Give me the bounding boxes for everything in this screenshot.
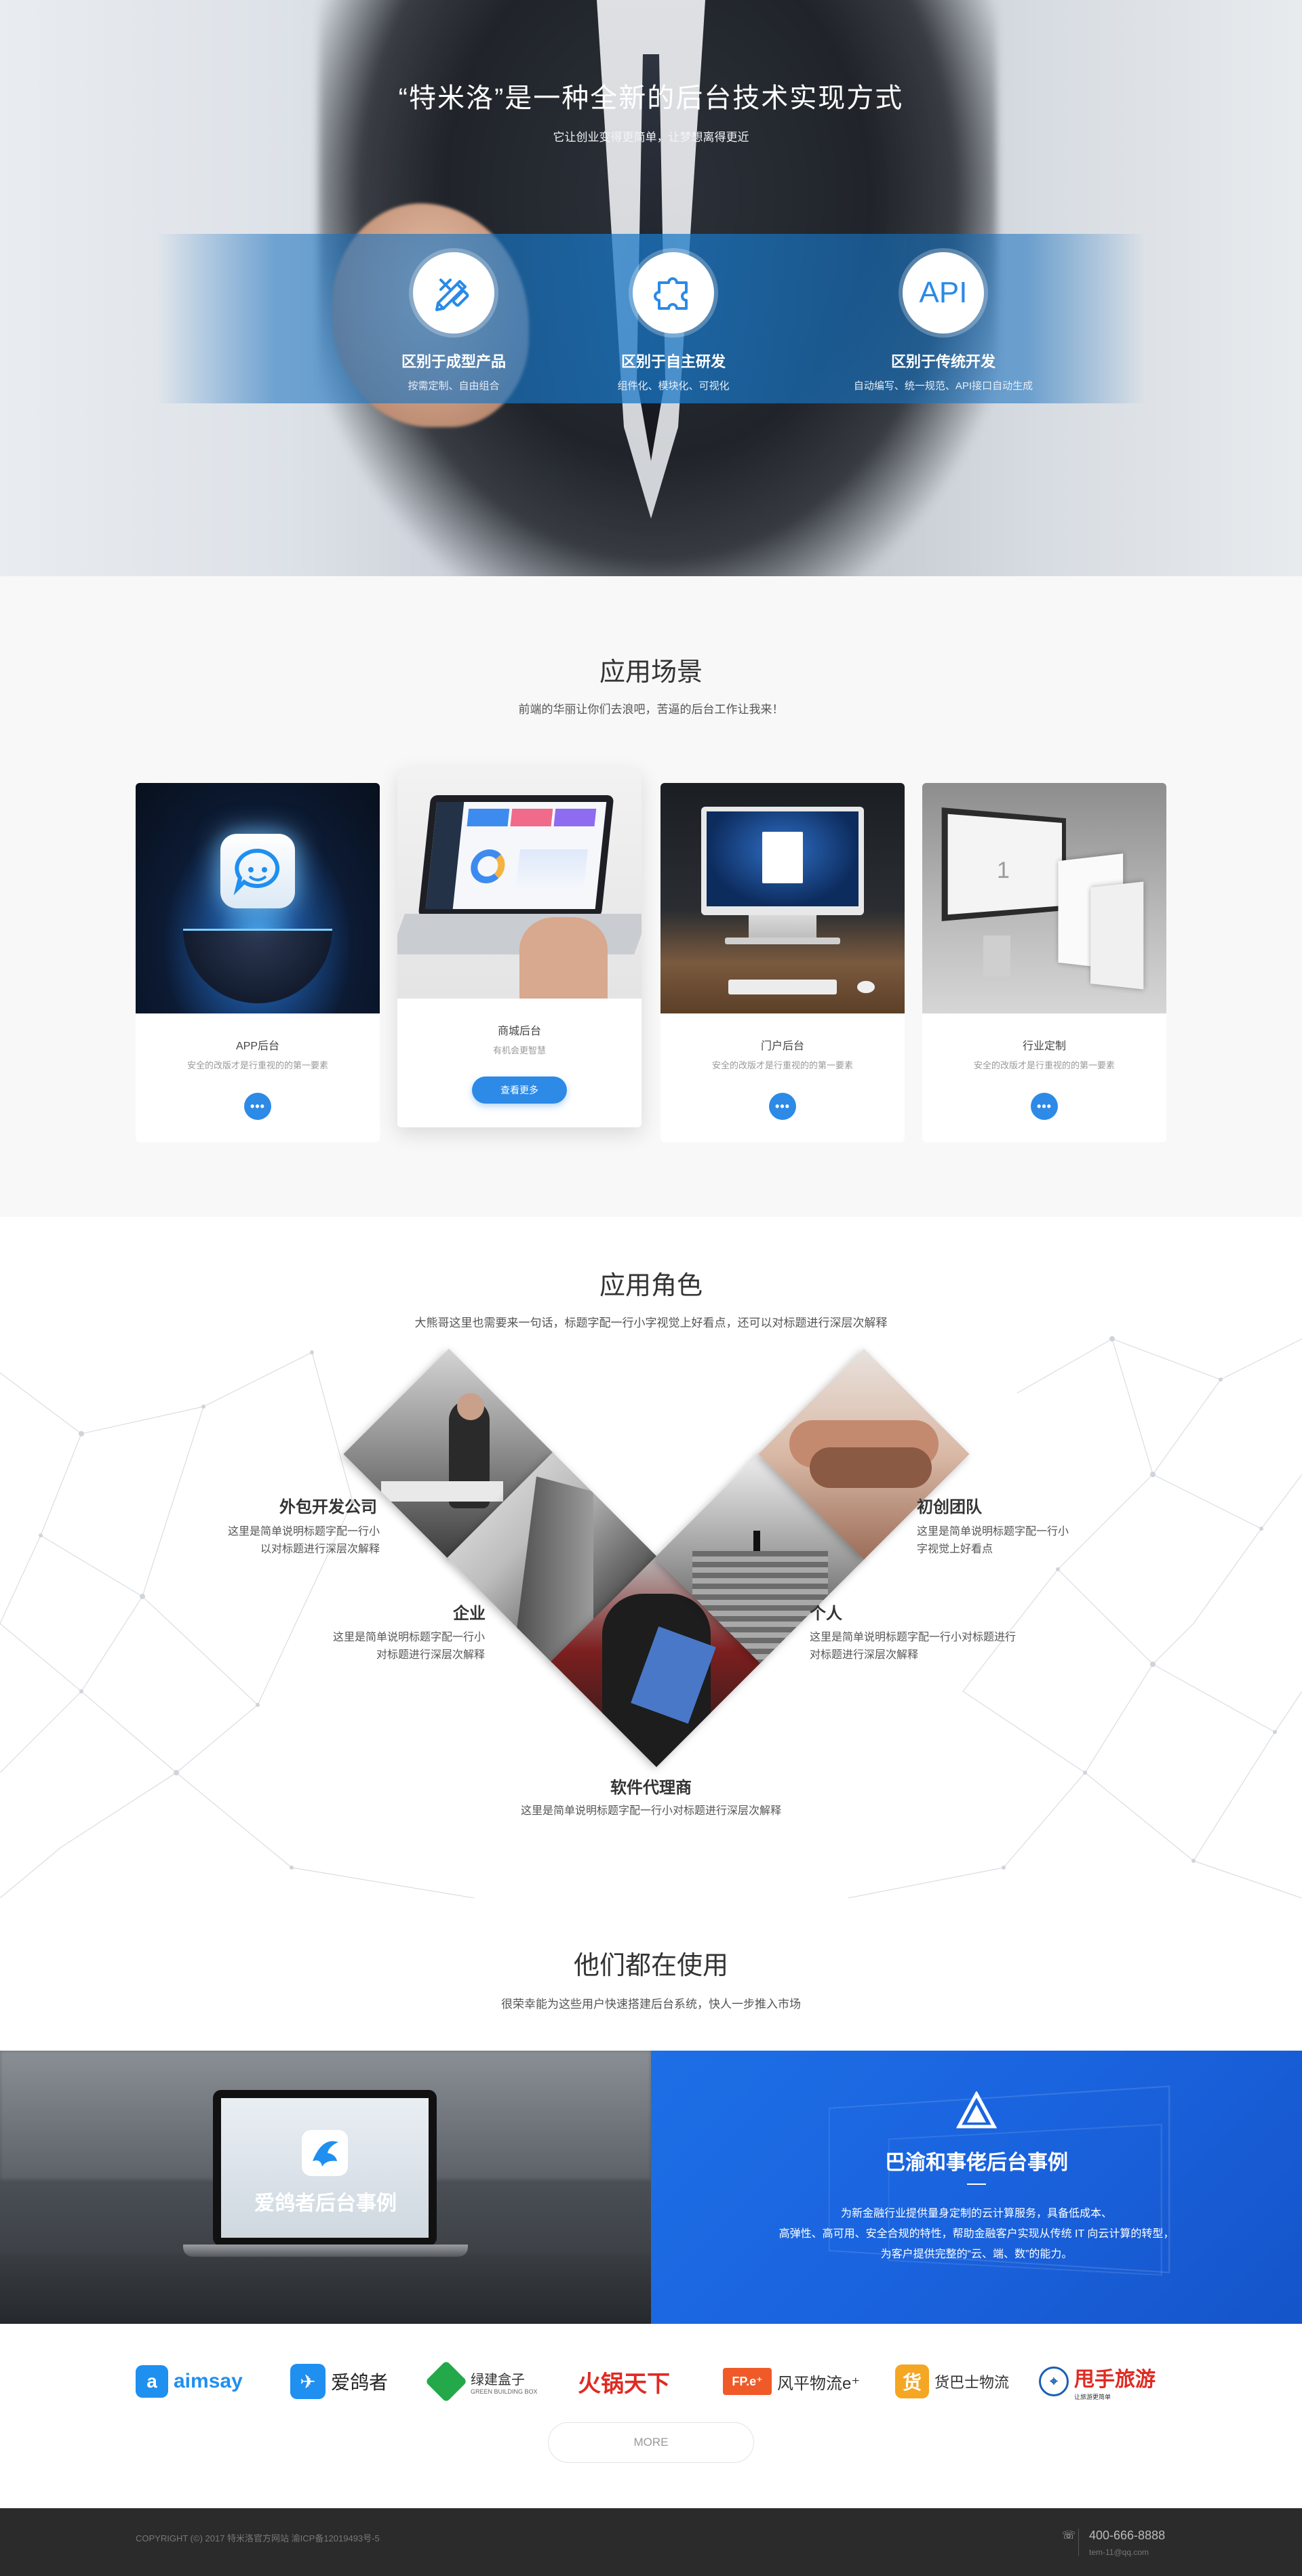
logo-shuaishou[interactable]: ⌖ 甩手旅游 让旅游更简单 <box>1039 2361 1156 2402</box>
role-desc: 这里是简单说明标题字配一行小对标题进行 对标题进行深层次解释 <box>810 1632 1017 1661</box>
hero-banner: “特米洛”是一种全新的后台技术实现方式 它让创业变得更简单，让梦想离得更近 区别… <box>0 0 1302 576</box>
role-title: 企业 <box>453 1605 486 1623</box>
scene-card-portal[interactable]: 门户后台 安全的改版才是行重视的的第一要素 ••• <box>660 783 905 1142</box>
mall-backend-image <box>397 768 642 999</box>
feature-desc: 按需定制、自由组合 <box>408 380 500 392</box>
chat-bubble-icon <box>233 848 280 895</box>
card-title: 商城后台 <box>497 1026 541 1037</box>
more-options-button[interactable]: ••• <box>769 1093 796 1120</box>
app-backend-image <box>136 783 380 1013</box>
phone-icon: ☏ <box>1062 2530 1076 2541</box>
case-desc: 为新金融行业提供量身定制的云计算服务，具备低成本、 高弹性、高可用、安全合规的特… <box>778 2208 1175 2260</box>
scene-card-app[interactable]: APP后台 安全的改版才是行重视的的第一要素 ••• <box>136 783 380 1142</box>
logo-green-building-box[interactable]: 绿建盒子 GREEN BUILDING BOX <box>425 2360 538 2403</box>
section-subtitle: 大熊哥这里也需要来一句话，标题字配一行小字视觉上好看点，还可以对标题进行深层次解… <box>414 1316 888 1329</box>
case-title: 巴渝和事佬后台事例 <box>885 2152 1068 2174</box>
section-subtitle: 前端的华丽让你们去浪吧，苦逼的后台工作让我来！ <box>518 703 784 716</box>
scene-card-mall[interactable]: 商城后台 有机会更智慧 查看更多 <box>397 768 642 1127</box>
role-desc: 这里是简单说明标题字配一行小 字视觉上好看点 <box>917 1526 1069 1555</box>
role-title: 个人 <box>810 1605 842 1623</box>
industry-custom-image: 1 <box>922 783 1166 1013</box>
card-desc: 有机会更智慧 <box>492 1045 546 1055</box>
green-box-icon <box>425 2360 468 2403</box>
section-title: 他们都在使用 <box>573 1952 728 1980</box>
role-desc: 这里是简单说明标题字配一行小 以对标题进行深层次解释 <box>227 1526 380 1555</box>
aimsay-icon: a <box>136 2365 168 2398</box>
section-title: 应用场景 <box>599 658 703 687</box>
roles-section: 应用角色 大熊哥这里也需要来一句话，标题字配一行小字视觉上好看点，还可以对标题进… <box>0 1217 1302 1898</box>
logo-huobashi[interactable]: 货 货巴士物流 <box>895 2361 1009 2402</box>
card-title: 行业定制 <box>1022 1041 1066 1052</box>
location-pin-icon: ⌖ <box>1039 2367 1069 2396</box>
logo-huoguo[interactable]: 火锅天下 <box>578 2361 670 2402</box>
tools-icon <box>413 252 494 334</box>
case-title: 爱鸽者后台事例 <box>254 2192 397 2215</box>
section-subtitle: 很荣幸能为这些用户快速搭建后台系统，快人一步推入市场 <box>501 1998 801 2011</box>
hero-subtitle: 它让创业变得更简单，让梦想离得更近 <box>553 131 749 144</box>
copyright-text: COPYRIGHT (©) 2017 特米洛官方网站 渝ICP备12019493… <box>136 2533 380 2543</box>
logo-aigezhe[interactable]: ✈ 爱鸽者 <box>290 2361 388 2402</box>
feature-product: 区别于成型产品 按需定制、自由组合 <box>352 252 555 393</box>
client-logos: a aimsay ✈ 爱鸽者 绿建盒子 GREEN BUILDING BOX 火… <box>0 2324 1302 2508</box>
more-options-button[interactable]: ••• <box>244 1093 271 1120</box>
footer: COPYRIGHT (©) 2017 特米洛官方网站 渝ICP备12019493… <box>0 2508 1302 2576</box>
pigeon-icon: ✈ <box>290 2364 326 2399</box>
role-title: 软件代理商 <box>610 1779 692 1797</box>
case-aigezhe[interactable]: 爱鸽者后台事例 <box>0 2051 651 2324</box>
section-title: 应用角色 <box>599 1272 703 1300</box>
logo-fengping[interactable]: FP.e⁺ 风平物流e⁺ <box>723 2361 860 2402</box>
feature-title: 区别于传统开发 <box>890 353 995 370</box>
more-options-button[interactable]: ••• <box>1031 1093 1058 1120</box>
card-desc: 安全的改版才是行重视的的第一要素 <box>186 1060 328 1070</box>
phone-number[interactable]: 400-666-8888 <box>1089 2529 1165 2543</box>
card-title: 门户后台 <box>760 1041 804 1052</box>
feature-desc: 组件化、模块化、可视化 <box>617 380 730 392</box>
more-button[interactable]: MORE <box>548 2422 754 2463</box>
role-desc: 这里是简单说明标题字配一行小对标题进行深层次解释 <box>332 1632 485 1661</box>
scene-card-industry[interactable]: 1 行业定制 安全的改版才是行重视的的第一要素 ••• <box>922 783 1166 1142</box>
feature-desc: 自动编写、统一规范、API接口自动生成 <box>853 380 1033 392</box>
hero-title: “特米洛”是一种全新的后台技术实现方式 <box>398 83 904 113</box>
role-desc: 这里是简单说明标题字配一行小对标题进行深层次解释 <box>520 1805 781 1817</box>
puzzle-icon <box>633 252 714 334</box>
api-icon: API <box>903 252 984 334</box>
email-address[interactable]: tem-11@qq.com <box>1089 2548 1149 2557</box>
case-bayu[interactable]: 巴渝和事佬后台事例 为新金融行业提供量身定制的云计算服务，具备低成本、 高弹性、… <box>651 2051 1302 2324</box>
bayu-logo-icon <box>956 2091 997 2129</box>
clients-section: 他们都在使用 很荣幸能为这些用户快速搭建后台系统，快人一步推入市场 <box>0 1898 1302 2051</box>
scenarios-section: 应用场景 前端的华丽让你们去浪吧，苦逼的后台工作让我来！ APP后台 安全的改版… <box>0 576 1302 1217</box>
feature-research: 区别于自主研发 组件化、模块化、可视化 <box>572 252 775 393</box>
feature-title: 区别于成型产品 <box>401 353 506 370</box>
logo-aimsay[interactable]: a aimsay <box>136 2361 243 2402</box>
card-desc: 安全的改版才是行重视的的第一要素 <box>711 1060 853 1070</box>
portal-backend-image <box>660 783 905 1013</box>
card-title: APP后台 <box>235 1041 280 1052</box>
feature-title: 区别于自主研发 <box>620 353 726 370</box>
view-more-button[interactable]: 查看更多 <box>472 1076 567 1104</box>
card-desc: 安全的改版才是行重视的的第一要素 <box>973 1060 1115 1070</box>
feature-traditional: API 区别于传统开发 自动编写、统一规范、API接口自动生成 <box>842 252 1045 393</box>
aigezhe-logo-icon <box>302 2130 348 2176</box>
role-title: 初创团队 <box>917 1498 982 1516</box>
role-title: 外包开发公司 <box>279 1498 377 1516</box>
